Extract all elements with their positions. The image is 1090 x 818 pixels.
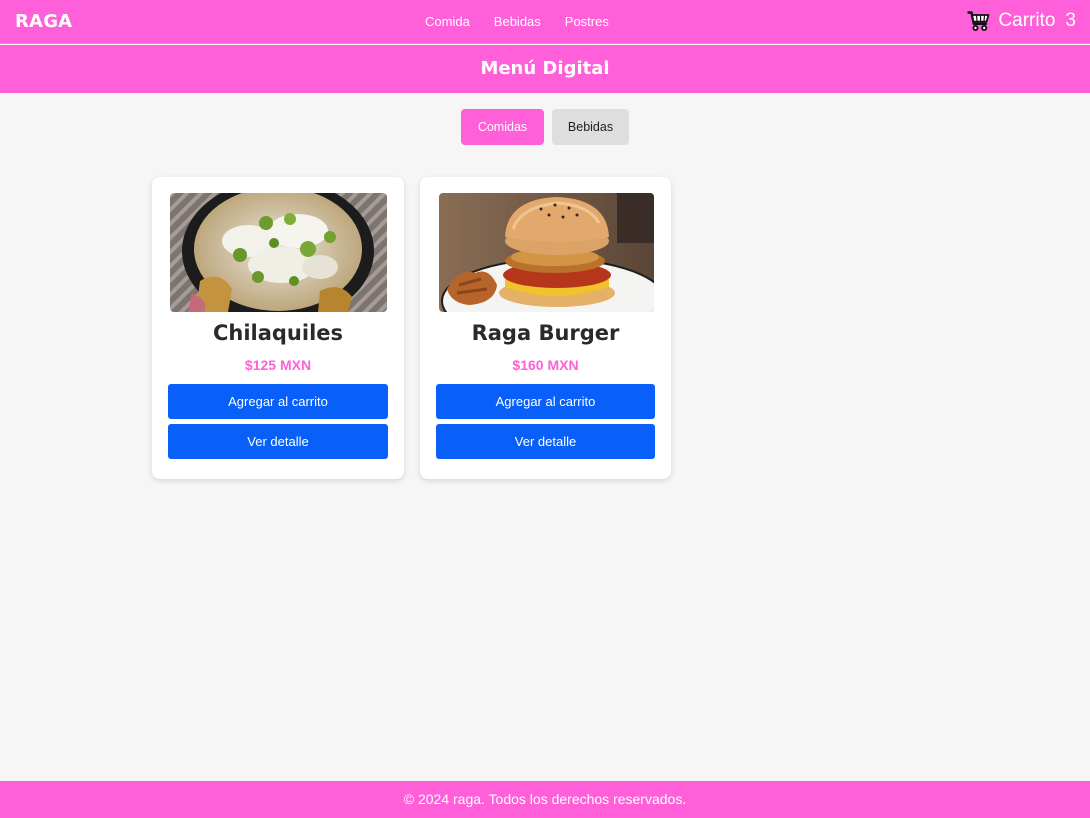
product-image [170,193,387,312]
add-to-cart-button[interactable]: Agregar al carrito [436,384,655,419]
product-name: Chilaquiles [212,321,344,345]
cart-label: Carrito [998,10,1056,31]
filter-comidas-button[interactable]: Comidas [461,109,544,145]
nav-link-comida[interactable]: Comida [425,14,470,29]
view-detail-button[interactable]: Ver detalle [168,424,388,459]
view-detail-button[interactable]: Ver detalle [436,424,655,459]
product-image [439,193,654,312]
product-price: $160 MXN [512,357,579,373]
page-header: Menú Digital [0,45,1090,93]
footer: © 2024 raga. Todos los derechos reservad… [0,781,1090,818]
cart-button[interactable]: Carrito 3 [967,9,1076,33]
product-price: $125 MXN [244,357,312,373]
product-name: Raga Burger [471,321,620,345]
cart-icon [967,11,990,31]
product-card: Raga Burger $160 MXN Agregar al carrito … [420,177,671,479]
filter-bebidas-button[interactable]: Bebidas [552,109,629,145]
navbar: RAGA Comida Bebidas Postres Carrito 3 [0,0,1090,44]
nav-link-postres[interactable]: Postres [565,14,609,29]
nav-links: Comida Bebidas Postres [425,14,633,29]
nav-link-bebidas[interactable]: Bebidas [494,14,541,29]
brand-logo[interactable]: RAGA [15,11,72,32]
cart-count: 3 [1065,10,1076,31]
product-card: Chilaquiles $125 MXN Agregar al carrito … [152,177,404,479]
add-to-cart-button[interactable]: Agregar al carrito [168,384,388,419]
page-title: Menú Digital [480,58,610,79]
footer-text: © 2024 raga. Todos los derechos reservad… [403,791,687,807]
category-filters: Comidas Bebidas [461,109,629,145]
